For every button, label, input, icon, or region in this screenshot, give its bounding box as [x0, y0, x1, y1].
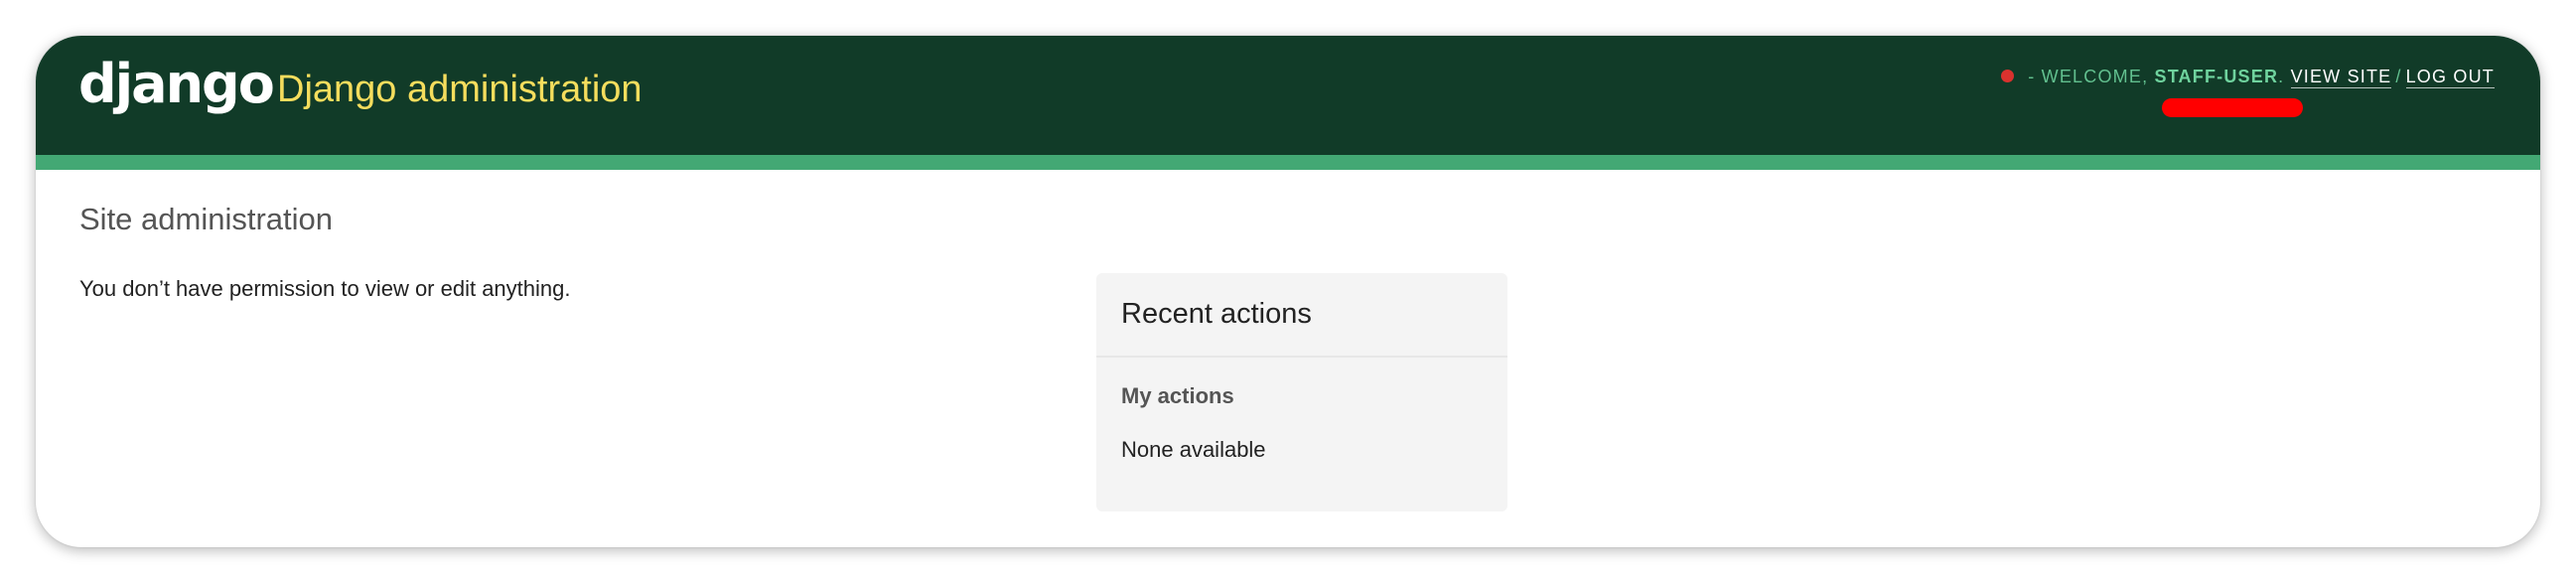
recent-actions-module: Recent actions My actions None available [1096, 273, 1507, 511]
recent-actions-title: Recent actions [1121, 298, 1312, 330]
header-stripe [36, 155, 2540, 170]
django-logo[interactable]: django [78, 58, 275, 111]
logout-link[interactable]: Log out [2405, 67, 2495, 88]
user-tools: - Welcome, staff-user. View site / Log out [2001, 67, 2495, 88]
welcome-separator: . [2278, 67, 2285, 86]
permission-message: You don’t have permission to view or edi… [79, 276, 571, 301]
my-actions-heading: My actions [1121, 383, 1234, 408]
username: staff-user [2154, 67, 2279, 86]
browser-window: django Django administration - Welcome, … [36, 36, 2540, 547]
user-tools-slash: / [2395, 67, 2402, 86]
recent-actions-divider [1096, 356, 1507, 358]
view-site-link[interactable]: View site [2290, 67, 2392, 88]
page-title: Site administration [79, 202, 334, 236]
none-available-text: None available [1121, 437, 1266, 462]
status-dot-icon [2001, 69, 2015, 82]
site-name-link[interactable]: Django administration [277, 68, 643, 113]
header: django Django administration - Welcome, … [36, 36, 2540, 155]
welcome-text: - Welcome, [2028, 67, 2149, 86]
redaction-mark [2162, 98, 2303, 117]
